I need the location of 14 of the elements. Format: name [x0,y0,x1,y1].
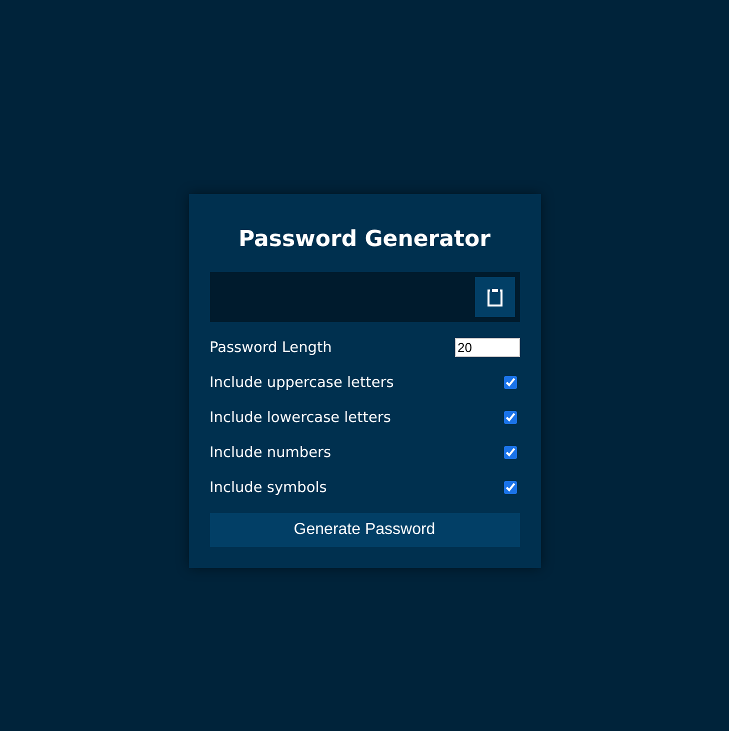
option-label: Include numbers [210,444,332,460]
app-title: Password Generator [237,226,492,254]
length-label: Password Length [210,340,332,356]
option-label: Include uppercase letters [210,374,394,390]
option-checkbox[interactable] [504,376,516,389]
option-label: Include lowercase letters [210,410,391,426]
option-checkbox[interactable] [504,481,516,494]
copy-button[interactable] [474,277,514,317]
length-input[interactable]: 20 [454,338,520,357]
option-checkbox[interactable] [504,446,516,459]
clipboard-icon [486,287,502,307]
option-label: Include symbols [210,480,327,496]
option-checkbox[interactable] [504,411,516,424]
generate-button[interactable]: Generate Password [210,513,520,547]
